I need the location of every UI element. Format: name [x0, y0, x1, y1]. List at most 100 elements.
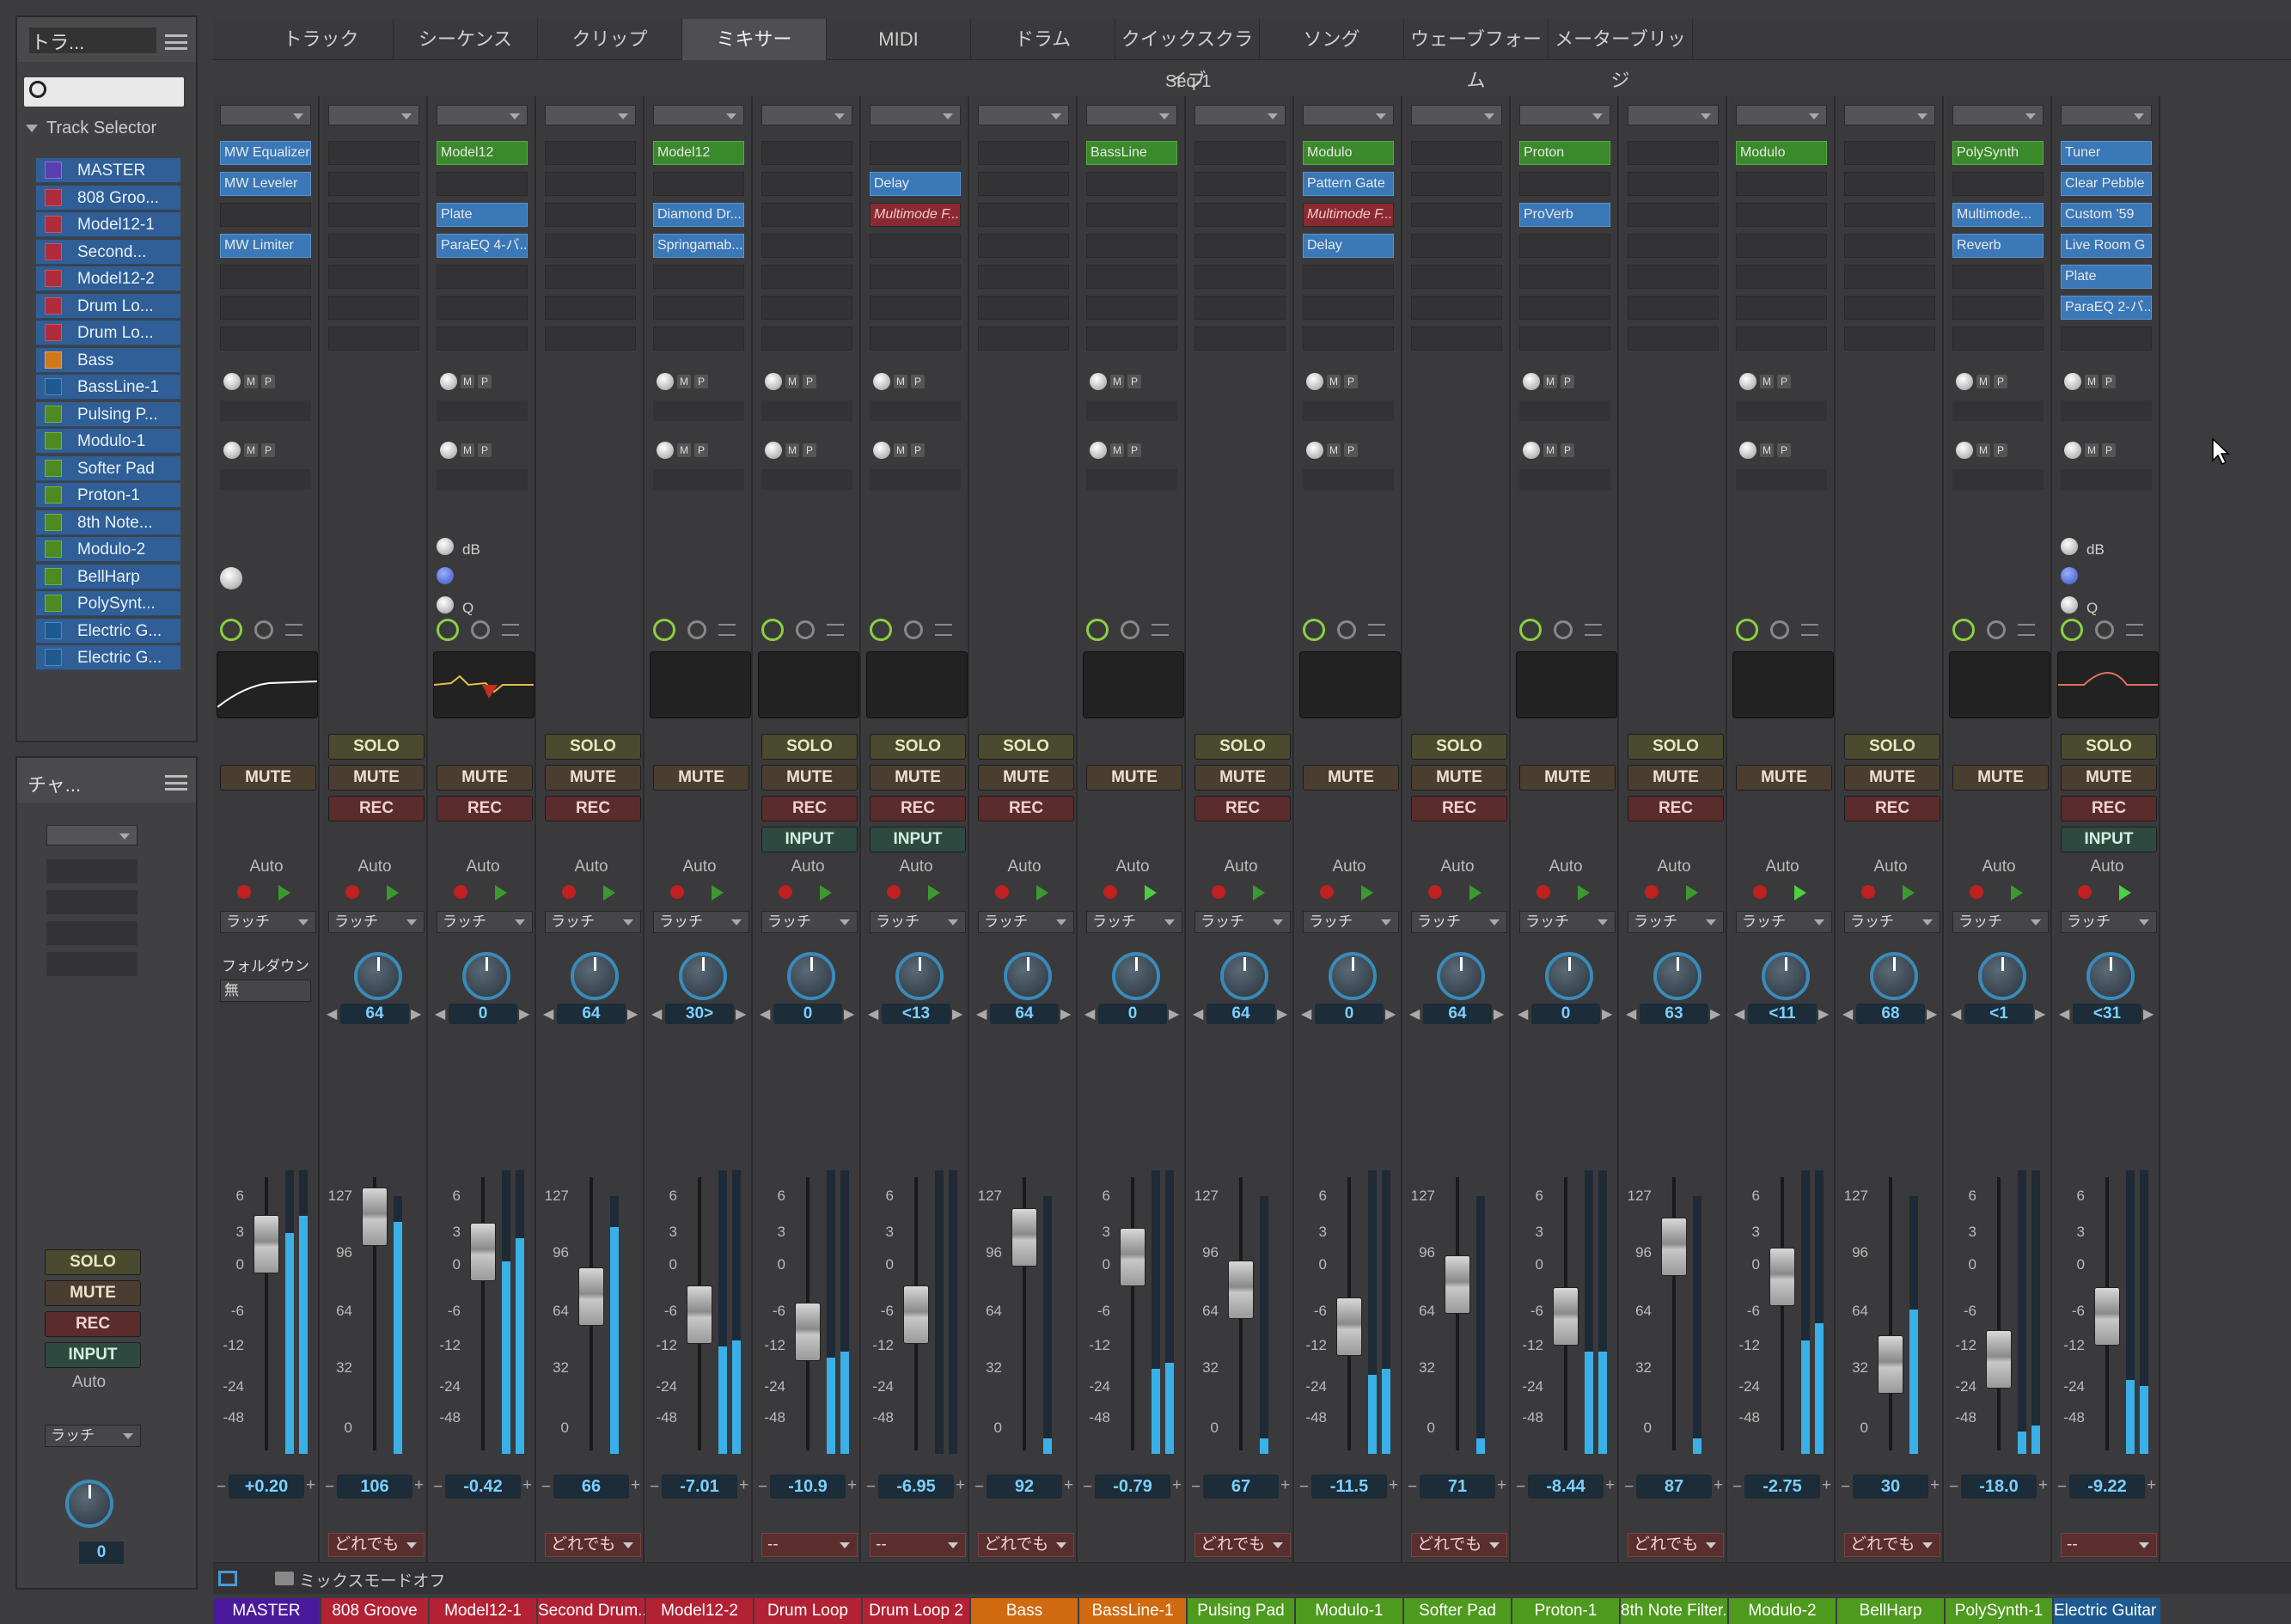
pan-knob[interactable] [787, 952, 835, 1000]
send-slot[interactable] [1303, 469, 1394, 490]
latch-select[interactable]: ラッチ [1086, 911, 1182, 933]
record-automation-icon[interactable] [887, 885, 901, 899]
send-knob[interactable] [873, 442, 890, 459]
strip-name[interactable]: BassLine-1 [1079, 1598, 1186, 1624]
insert-slot[interactable]: MW Limiter [220, 234, 311, 258]
play-automation-icon[interactable] [1253, 885, 1265, 901]
track-list-item[interactable]: 8th Note... [36, 510, 180, 535]
pan-value[interactable]: 63 [1640, 1004, 1708, 1024]
eq-graph[interactable] [217, 651, 318, 718]
insert-slot[interactable] [978, 141, 1069, 165]
insert-dropdown[interactable] [1844, 105, 1935, 125]
send-m-button[interactable]: M [461, 443, 474, 457]
latch-select[interactable]: ラッチ [1194, 911, 1291, 933]
rec-button[interactable]: REC [978, 796, 1074, 821]
insert-dropdown[interactable] [545, 105, 636, 125]
latch-select[interactable]: ラッチ [1844, 911, 1940, 933]
strip-name[interactable]: 8th Note Filter... [1621, 1598, 1727, 1624]
send-m-button[interactable]: M [785, 375, 799, 388]
bypass-icon[interactable] [1121, 620, 1139, 639]
tab-4[interactable]: MIDI [827, 19, 971, 60]
insert-slot[interactable]: Multimode F... [1303, 203, 1394, 227]
track-list-item[interactable]: MASTER [36, 158, 180, 183]
pan-right-arrow[interactable]: ▶ [1927, 1005, 1937, 1023]
insert-slot[interactable] [437, 172, 528, 196]
pan-left-arrow[interactable]: ◀ [1301, 1005, 1311, 1023]
vol-minus[interactable]: − [433, 1478, 443, 1497]
insert-slot[interactable] [1086, 172, 1177, 196]
insert-slot[interactable]: Multimode... [1952, 203, 2044, 227]
insert-dropdown[interactable] [1952, 105, 2044, 125]
volume-fader[interactable] [1336, 1297, 1362, 1356]
send-p-button[interactable]: P [1994, 375, 2007, 388]
send-m-button[interactable]: M [2085, 443, 2099, 457]
power-icon[interactable] [761, 619, 784, 641]
pan-left-arrow[interactable]: ◀ [1193, 1005, 1203, 1023]
send-p-button[interactable]: P [803, 375, 816, 388]
send-knob[interactable] [2064, 373, 2081, 390]
volume-value[interactable]: 66 [553, 1474, 629, 1499]
pan-left-arrow[interactable]: ◀ [868, 1005, 878, 1023]
vol-plus[interactable]: + [1389, 1476, 1398, 1495]
folddown-select[interactable]: 無 [220, 980, 311, 1002]
pan-left-arrow[interactable]: ◀ [976, 1005, 987, 1023]
bypass-icon[interactable] [471, 620, 490, 639]
play-automation-icon[interactable] [712, 885, 724, 901]
insert-dropdown[interactable] [1411, 105, 1502, 125]
insert-slot[interactable]: ProVerb [1519, 203, 1610, 227]
track-list-item[interactable]: BellHarp [36, 564, 180, 589]
insert-slot[interactable] [870, 141, 961, 165]
insert-dropdown[interactable] [328, 105, 419, 125]
insert-slot[interactable]: BassLine [1086, 141, 1177, 165]
pan-value[interactable]: 68 [1856, 1004, 1925, 1024]
bypass-icon[interactable] [796, 620, 815, 639]
pan-knob[interactable] [1437, 952, 1485, 1000]
volume-value[interactable]: 92 [987, 1474, 1062, 1499]
latch-select[interactable]: ラッチ [1411, 911, 1507, 933]
solo-button[interactable]: SOLO [2061, 734, 2157, 760]
record-automation-icon[interactable] [454, 885, 467, 899]
pan-value[interactable]: <31 [2073, 1004, 2141, 1024]
insert-slot[interactable] [1844, 327, 1935, 351]
pan-right-arrow[interactable]: ▶ [1494, 1005, 1504, 1023]
send-slot[interactable] [220, 400, 311, 421]
insert-slot[interactable] [870, 265, 961, 289]
pan-left-arrow[interactable]: ◀ [760, 1005, 770, 1023]
play-automation-icon[interactable] [1145, 885, 1157, 901]
latch-select[interactable]: ラッチ [978, 911, 1074, 933]
track-list-item[interactable]: Bass [36, 347, 180, 373]
insert-slot[interactable] [545, 203, 636, 227]
mute-button[interactable]: MUTE [653, 765, 749, 791]
send-m-button[interactable]: M [461, 375, 474, 388]
insert-slot[interactable] [545, 234, 636, 258]
insert-slot[interactable] [978, 296, 1069, 320]
mute-button[interactable]: MUTE [328, 765, 425, 791]
eq-graph[interactable] [1083, 651, 1184, 718]
insert-slot[interactable] [1628, 265, 1719, 289]
insert-slot[interactable] [328, 234, 419, 258]
track-list-item[interactable]: Second... [36, 239, 180, 265]
insert-dropdown[interactable] [978, 105, 1069, 125]
list-icon[interactable] [718, 624, 736, 636]
vol-minus[interactable]: − [1299, 1478, 1309, 1497]
track-list-item[interactable]: Modulo-2 [36, 537, 180, 562]
send-p-button[interactable]: P [1344, 443, 1358, 457]
track-list-item[interactable]: Pulsing P... [36, 401, 180, 427]
record-automation-icon[interactable] [1861, 885, 1875, 899]
volume-fader[interactable] [1228, 1260, 1254, 1319]
send-slot[interactable] [870, 400, 961, 421]
send-knob[interactable] [223, 373, 241, 390]
channel-slot[interactable] [46, 859, 137, 883]
send-p-button[interactable]: P [1127, 375, 1141, 388]
track-list-item[interactable]: Drum Lo... [36, 293, 180, 319]
volume-value[interactable]: -7.01 [662, 1474, 737, 1499]
volume-value[interactable]: -0.79 [1095, 1474, 1170, 1499]
send-p-button[interactable]: P [478, 375, 492, 388]
play-automation-icon[interactable] [1903, 885, 1915, 901]
insert-slot[interactable] [761, 234, 852, 258]
volume-value[interactable]: 106 [337, 1474, 412, 1499]
insert-slot[interactable] [1628, 172, 1719, 196]
pan-left-arrow[interactable]: ◀ [1626, 1005, 1636, 1023]
send-p-button[interactable]: P [261, 375, 275, 388]
send-m-button[interactable]: M [1976, 375, 1990, 388]
